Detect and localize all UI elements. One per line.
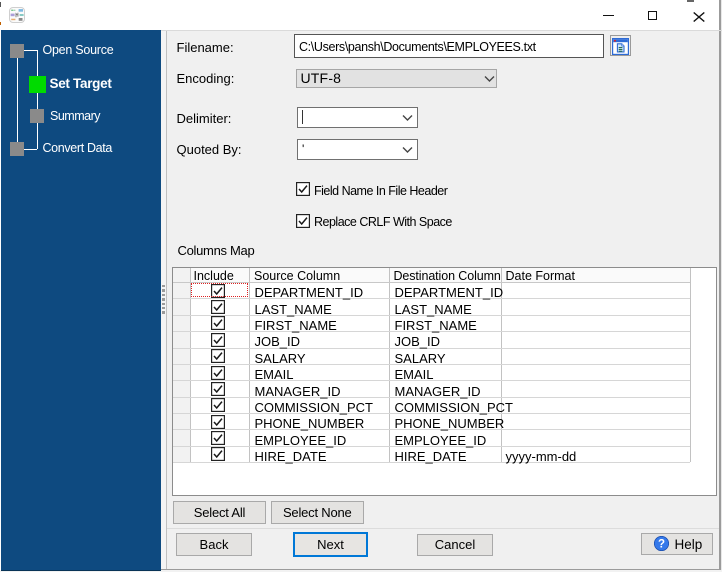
svg-text:?: ? (658, 539, 665, 551)
